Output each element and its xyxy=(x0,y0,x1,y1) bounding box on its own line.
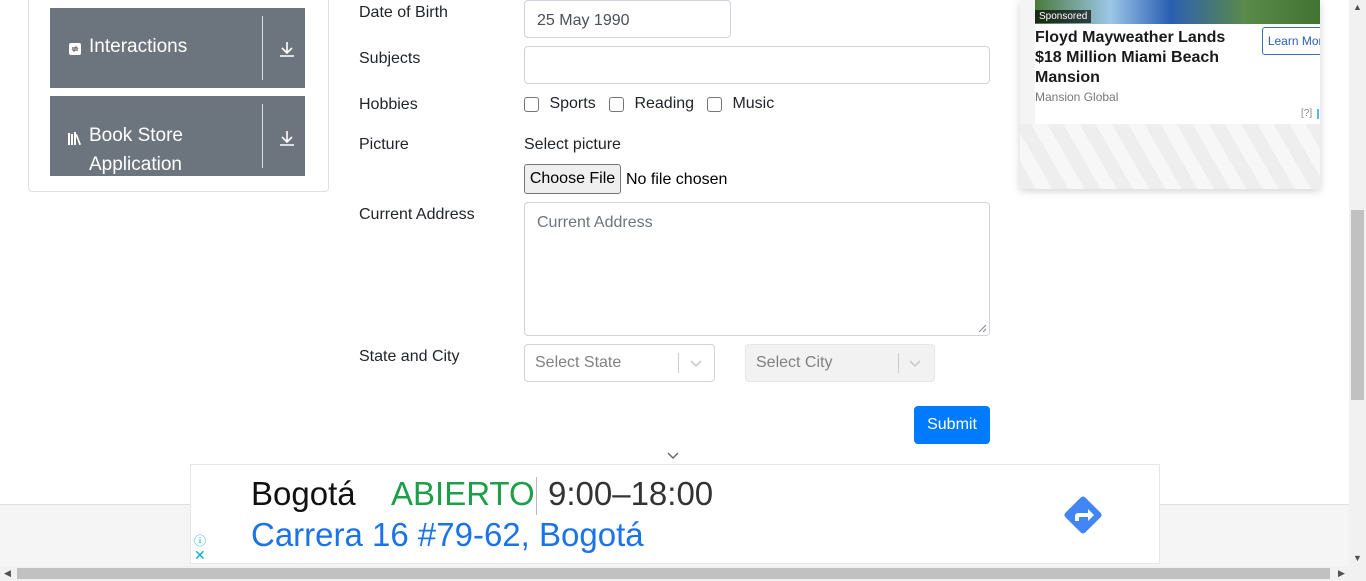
music-checkbox[interactable] xyxy=(707,96,722,112)
sidebar-group-label: Interactions xyxy=(89,36,188,57)
sidebar-group-label-line2: Application xyxy=(89,154,182,175)
ad-title[interactable]: Floyd Mayweather Lands $18 Million Miami… xyxy=(1035,28,1255,88)
scroll-up-arrow-icon[interactable]: ▲ xyxy=(1353,2,1362,12)
scroll-left-arrow-icon[interactable]: ◀ xyxy=(4,568,11,579)
divider xyxy=(262,104,263,168)
picture-hint: Select picture xyxy=(524,136,621,153)
hobby-music[interactable]: Music xyxy=(707,95,774,113)
chevron-down-icon xyxy=(909,360,921,368)
subjects-input[interactable] xyxy=(524,46,990,84)
city-select[interactable]: Select City xyxy=(745,344,935,382)
submit-button[interactable]: Submit xyxy=(914,406,990,444)
dob-label: Date of Birth xyxy=(359,4,448,21)
sports-label[interactable]: Sports xyxy=(549,95,595,112)
interactions-icon xyxy=(67,41,83,57)
sports-checkbox[interactable] xyxy=(524,96,539,112)
ad-hours: 9:00–18:00 xyxy=(548,475,714,512)
state-city-label: State and City xyxy=(359,348,460,365)
ad-city: Bogotá xyxy=(251,475,356,512)
resize-handle-icon[interactable] xyxy=(978,324,987,333)
divider xyxy=(536,477,537,515)
ad-open-status: ABIERTO xyxy=(391,475,535,512)
ad-background-pattern xyxy=(1020,124,1320,189)
picture-label: Picture xyxy=(359,136,409,153)
adchoices-icon[interactable] xyxy=(1317,108,1320,120)
music-label[interactable]: Music xyxy=(732,95,774,112)
sponsored-ad[interactable]: Sponsored Floyd Mayweather Lands $18 Mil… xyxy=(1020,0,1320,189)
ad-source: Mansion Global xyxy=(1035,90,1119,104)
location-ad-banner[interactable]: Bogotá ABIERTO 9:00–18:00 Carrera 16 #79… xyxy=(190,464,1160,564)
sidebar-group-interactions[interactable]: Interactions xyxy=(50,8,305,88)
download-icon xyxy=(278,40,296,58)
hobby-sports[interactable]: Sports xyxy=(524,95,596,113)
ad-info-link[interactable]: [?] xyxy=(1301,108,1312,119)
ad-address-link[interactable]: Carrera 16 #79-62, Bogotá xyxy=(251,516,644,554)
city-placeholder: Select City xyxy=(756,354,833,371)
horizontal-scrollbar-thumb[interactable] xyxy=(17,568,1330,579)
book-icon xyxy=(67,130,83,146)
sidebar-group-label-line1: Book Store xyxy=(89,125,183,146)
chevron-down-icon[interactable] xyxy=(666,451,680,461)
sponsored-badge: Sponsored xyxy=(1035,10,1092,23)
chevron-down-icon xyxy=(690,360,702,368)
address-label: Current Address xyxy=(359,206,475,223)
state-placeholder: Select State xyxy=(535,354,622,371)
dob-value: 25 May 1990 xyxy=(537,12,630,29)
ad-close-icon[interactable]: ✕ xyxy=(194,547,206,564)
reading-label[interactable]: Reading xyxy=(634,95,694,112)
hobbies-label: Hobbies xyxy=(359,96,418,113)
sidebar-group-book-store[interactable]: Book Store Application xyxy=(50,96,305,176)
date-of-birth-input[interactable]: 25 May 1990 xyxy=(524,0,731,38)
reading-checkbox[interactable] xyxy=(609,96,624,112)
vertical-scrollbar-thumb[interactable] xyxy=(1351,210,1364,400)
select-separator xyxy=(678,353,679,373)
choose-file-button[interactable]: Choose File xyxy=(524,164,621,194)
download-icon xyxy=(278,129,296,147)
scroll-right-arrow-icon[interactable]: ▶ xyxy=(1338,568,1345,579)
state-select[interactable]: Select State xyxy=(524,344,715,382)
scroll-down-arrow-icon[interactable]: ▼ xyxy=(1353,553,1362,563)
select-separator xyxy=(898,353,899,373)
hobby-reading[interactable]: Reading xyxy=(609,95,694,113)
file-status: No file chosen xyxy=(626,171,728,188)
divider xyxy=(262,16,263,80)
address-placeholder: Current Address xyxy=(537,214,653,231)
current-address-textarea[interactable]: Current Address xyxy=(524,202,990,336)
directions-icon[interactable] xyxy=(1059,491,1107,539)
learn-more-button[interactable]: Learn More xyxy=(1262,27,1320,55)
subjects-label: Subjects xyxy=(359,50,421,67)
